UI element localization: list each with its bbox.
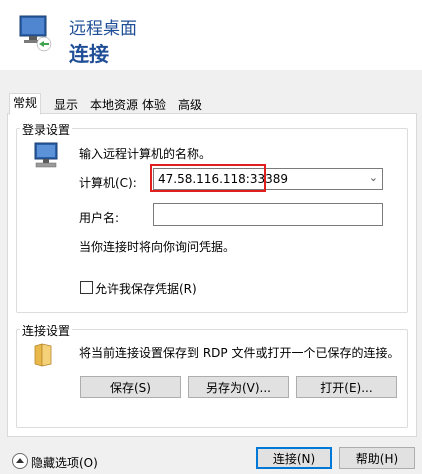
tab-experience[interactable]: 体验 bbox=[138, 95, 170, 115]
app-title: 远程桌面 bbox=[69, 19, 137, 39]
tab-general[interactable]: 常规 bbox=[9, 93, 42, 115]
app-subtitle: 连接 bbox=[69, 42, 109, 66]
login-settings-title: 登录设置 bbox=[20, 121, 73, 138]
tab-advanced[interactable]: 高级 bbox=[174, 95, 206, 115]
save-as-button[interactable]: 另存为(V)... bbox=[188, 376, 289, 398]
computer-icon bbox=[30, 141, 64, 173]
connection-description: 将当前连接设置保存到 RDP 文件或打开一个已保存的连接。 bbox=[79, 346, 400, 360]
help-button[interactable]: 帮助(H) bbox=[339, 447, 415, 469]
tab-display[interactable]: 显示 bbox=[50, 95, 82, 115]
hide-options-label[interactable]: 隐藏选项(O) bbox=[31, 454, 98, 471]
tab-local-resources[interactable]: 本地资源 bbox=[86, 95, 142, 115]
computer-label: 计算机(C): bbox=[79, 176, 137, 190]
dialog-header: 远程桌面 连接 bbox=[0, 0, 422, 70]
folder-icon bbox=[32, 342, 54, 368]
remote-desktop-icon bbox=[18, 14, 52, 54]
username-label: 用户名: bbox=[79, 211, 120, 225]
save-button[interactable]: 保存(S) bbox=[80, 376, 181, 398]
computer-value: 47.58.116.118:33389 bbox=[158, 172, 289, 186]
computer-combobox[interactable]: 47.58.116.118:33389 ⌄ bbox=[153, 168, 383, 190]
save-credentials-label[interactable]: 允许我保存凭据(R) bbox=[95, 280, 197, 297]
save-credentials-checkbox[interactable] bbox=[80, 281, 93, 294]
collapse-up-icon[interactable] bbox=[12, 453, 28, 469]
open-button[interactable]: 打开(E)... bbox=[296, 376, 397, 398]
credential-note: 当你连接时将向你询问凭据。 bbox=[79, 240, 236, 254]
chevron-down-icon[interactable]: ⌄ bbox=[369, 171, 378, 184]
connect-button[interactable]: 连接(N) bbox=[256, 447, 332, 469]
username-input[interactable] bbox=[153, 203, 383, 226]
login-prompt: 输入远程计算机的名称。 bbox=[79, 147, 212, 161]
connection-settings-title: 连接设置 bbox=[20, 322, 73, 339]
